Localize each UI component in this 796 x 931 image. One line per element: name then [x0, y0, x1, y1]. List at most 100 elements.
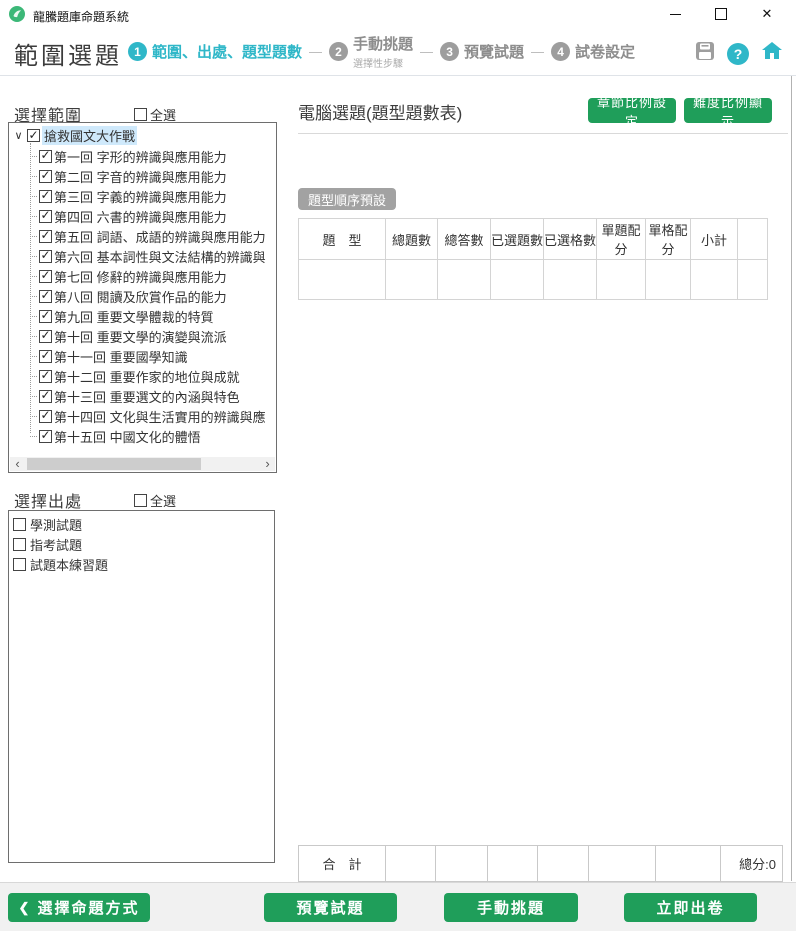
checkbox[interactable]: ✓ [39, 250, 52, 263]
tree-item[interactable]: ✓第十回 重要文學的演變與流派 [30, 326, 276, 346]
checkbox[interactable]: ✓ [39, 190, 52, 203]
tree-item[interactable]: ✓第六回 基本詞性與文法結構的辨識與 [30, 246, 276, 266]
table-cell [597, 260, 646, 300]
table-cell [656, 846, 721, 882]
step-3-preview[interactable]: 3 預覽試題 [440, 41, 524, 62]
page-header: 範圍選題 1 範圍、出處、題型題數 — 2 手動挑題 選擇性步驟 — 3 預覽試… [0, 28, 796, 76]
step-separator: — [420, 44, 433, 59]
checkbox[interactable]: ✓ [39, 230, 52, 243]
minimize-icon [670, 13, 681, 15]
tree-item[interactable]: ✓第九回 重要文學體裁的特質 [30, 306, 276, 326]
close-icon: ✕ [762, 6, 773, 22]
checkbox[interactable]: ✓ [39, 150, 52, 163]
title-separator [298, 133, 788, 134]
checkbox[interactable] [13, 558, 26, 571]
tree-item[interactable]: ✓第十二回 重要作家的地位與成就 [30, 366, 276, 386]
col-question-type: 題 型 [299, 219, 386, 260]
close-button[interactable]: ✕ [744, 0, 790, 28]
tree-item[interactable]: ✓第七回 修辭的辨識與應用能力 [30, 266, 276, 286]
table-cell [491, 260, 544, 300]
tree-root-item[interactable]: ∨ ✓ 搶救國文大作戰 [9, 125, 276, 146]
range-select-all-checkbox[interactable] [134, 108, 147, 121]
table-cell [386, 260, 438, 300]
table-header-row: 題 型 總題數 總答數 已選題數 已選格數 單題配分 單格配分 小計 [299, 219, 768, 260]
col-selected-blanks: 已選格數 [544, 219, 597, 260]
generate-paper-button[interactable]: 立即出卷 [624, 893, 757, 922]
source-select-all-checkbox[interactable] [134, 494, 147, 507]
list-item[interactable]: 試題本練習題 [9, 554, 274, 574]
chapter-ratio-button[interactable]: 章節比例設定 [588, 98, 676, 123]
difficulty-ratio-button[interactable]: 難度比例顯示 [684, 98, 772, 123]
checkbox[interactable]: ✓ [39, 210, 52, 223]
save-icon[interactable] [694, 40, 716, 67]
title-bar: 龍騰題庫命題系統 ✕ [0, 0, 796, 28]
step-2-manual-pick[interactable]: 2 手動挑題 選擇性步驟 [329, 33, 413, 70]
table-cell [544, 260, 597, 300]
col-selected-questions: 已選題數 [491, 219, 544, 260]
question-type-table: 題 型 總題數 總答數 已選題數 已選格數 單題配分 單格配分 小計 [298, 218, 768, 300]
question-order-preset-button[interactable]: 題型順序預設 [298, 188, 396, 210]
home-icon[interactable] [760, 39, 784, 68]
step-1-range[interactable]: 1 範圍、出處、題型題數 [128, 41, 302, 62]
tree-item[interactable]: ✓第五回 詞語、成語的辨識與應用能力 [30, 226, 276, 246]
checkbox[interactable]: ✓ [39, 390, 52, 403]
checkbox[interactable]: ✓ [39, 330, 52, 343]
table-row [299, 260, 768, 300]
total-score: 總分:0 [721, 846, 783, 882]
preview-questions-button[interactable]: 預覽試題 [264, 893, 397, 922]
checkbox[interactable]: ✓ [39, 170, 52, 183]
col-total-questions: 總題數 [386, 219, 438, 260]
panel-right-border [791, 76, 792, 881]
checkbox[interactable]: ✓ [39, 290, 52, 303]
checkbox[interactable]: ✓ [39, 350, 52, 363]
checkbox[interactable] [13, 518, 26, 531]
footer-bar: ❮ 選擇命題方式 預覽試題 手動挑題 立即出卷 [0, 882, 796, 931]
header-icons: ? [694, 39, 784, 68]
help-icon[interactable]: ? [727, 43, 749, 65]
tree-item[interactable]: ✓第八回 閱讀及欣賞作品的能力 [30, 286, 276, 306]
tree-children: ✓第一回 字形的辨識與應用能力 ✓第二回 字音的辨識與應用能力 ✓第三回 字義的… [30, 146, 276, 446]
step-4-paper-settings[interactable]: 4 試卷設定 [551, 41, 635, 62]
checkbox[interactable]: ✓ [27, 129, 40, 142]
scroll-left-icon[interactable]: ‹ [10, 457, 25, 471]
tree-item[interactable]: ✓第十四回 文化與生活實用的辨識與應 [30, 406, 276, 426]
table-cell [738, 260, 768, 300]
source-select-all[interactable]: 全選 [134, 491, 176, 510]
table-cell [589, 846, 656, 882]
summary-table: 合 計 總分:0 [298, 845, 783, 882]
tree-item[interactable]: ✓第二回 字音的辨識與應用能力 [30, 166, 276, 186]
checkbox[interactable]: ✓ [39, 410, 52, 423]
tree-item[interactable]: ✓第十五回 中國文化的體悟 [30, 426, 276, 446]
computer-select-title: 電腦選題(題型題數表) [298, 99, 462, 124]
maximize-icon [715, 8, 727, 20]
tree-item[interactable]: ✓第十三回 重要選文的內涵與特色 [30, 386, 276, 406]
checkbox[interactable]: ✓ [39, 370, 52, 383]
checkbox[interactable]: ✓ [39, 310, 52, 323]
summary-row: 合 計 總分:0 [299, 846, 783, 882]
list-item[interactable]: 學測試題 [9, 514, 274, 534]
tree-item[interactable]: ✓第一回 字形的辨識與應用能力 [30, 146, 276, 166]
tree-item[interactable]: ✓第十一回 重要國學知識 [30, 346, 276, 366]
scroll-right-icon[interactable]: › [260, 457, 275, 471]
app-logo-icon [8, 5, 26, 23]
col-points-per-blank: 單格配分 [646, 219, 691, 260]
checkbox[interactable]: ✓ [39, 270, 52, 283]
tree-item[interactable]: ✓第三回 字義的辨識與應用能力 [30, 186, 276, 206]
caret-down-icon[interactable]: ∨ [12, 129, 25, 142]
back-to-mode-button[interactable]: ❮ 選擇命題方式 [8, 893, 150, 922]
manual-pick-button[interactable]: 手動挑題 [444, 893, 578, 922]
minimize-button[interactable] [652, 0, 698, 28]
step-4-badge: 4 [551, 42, 570, 61]
step-2-subtitle: 選擇性步驟 [353, 55, 403, 70]
checkbox[interactable] [13, 538, 26, 551]
summary-label: 合 計 [299, 846, 386, 882]
col-points-per-question: 單題配分 [597, 219, 646, 260]
scrollbar-thumb[interactable] [27, 458, 201, 470]
maximize-button[interactable] [698, 0, 744, 28]
checkbox[interactable]: ✓ [39, 430, 52, 443]
step-separator: — [309, 44, 322, 59]
list-item[interactable]: 指考試題 [9, 534, 274, 554]
tree-item[interactable]: ✓第四回 六書的辨識與應用能力 [30, 206, 276, 226]
table-cell [538, 846, 589, 882]
horizontal-scrollbar[interactable]: ‹ › [10, 457, 275, 471]
